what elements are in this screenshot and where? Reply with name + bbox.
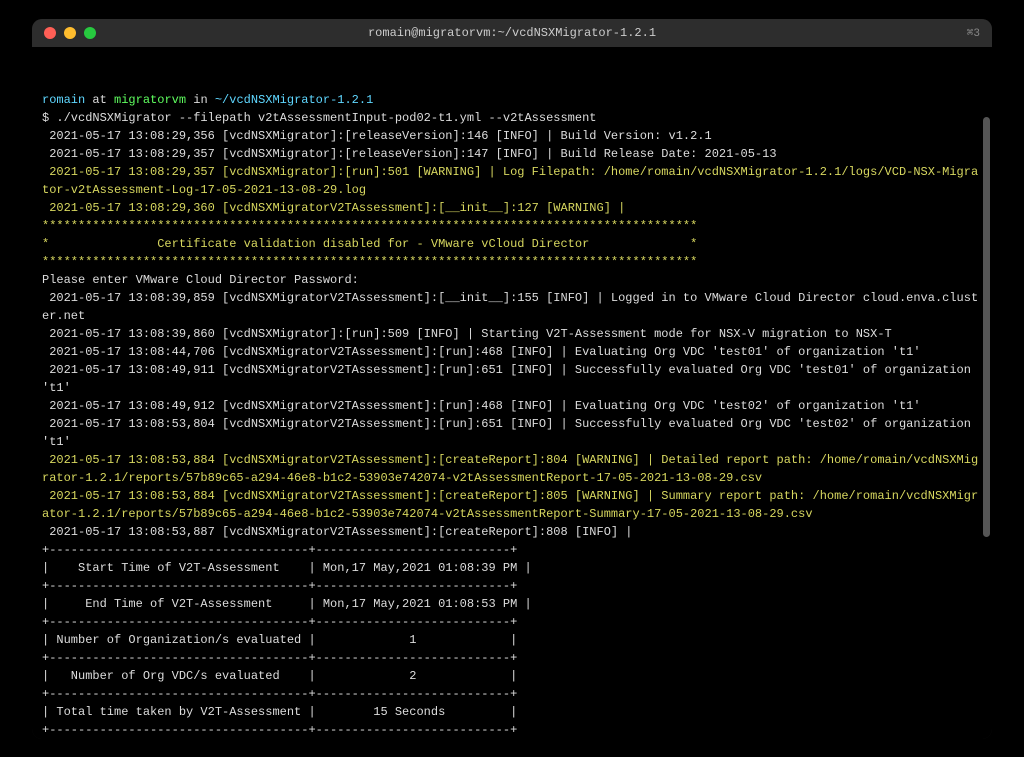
prompt-user: romain <box>42 93 85 107</box>
log-info-line: 2021-05-17 13:08:44,706 [vcdNSXMigratorV… <box>42 345 921 359</box>
titlebar: romain@migratorvm:~/vcdNSXMigrator-1.2.1… <box>32 19 992 47</box>
maximize-icon[interactable] <box>84 27 96 39</box>
log-info-line: 2021-05-17 13:08:49,911 [vcdNSXMigratorV… <box>42 363 978 395</box>
table-separator: +------------------------------------+--… <box>42 579 517 593</box>
separator-line: ****************************************… <box>42 219 697 233</box>
minimize-icon[interactable] <box>64 27 76 39</box>
log-warning-line: 2021-05-17 13:08:53,884 [vcdNSXMigratorV… <box>42 489 978 521</box>
table-separator: +------------------------------------+--… <box>42 687 517 701</box>
prompt-path: ~/vcdNSXMigrator-1.2.1 <box>215 93 373 107</box>
log-info-line: 2021-05-17 13:08:53,804 [vcdNSXMigratorV… <box>42 417 978 449</box>
window-title: romain@migratorvm:~/vcdNSXMigrator-1.2.1 <box>32 26 992 40</box>
table-separator: +------------------------------------+--… <box>42 615 517 629</box>
log-info-line: 2021-05-17 13:08:29,357 [vcdNSXMigrator]… <box>42 147 777 161</box>
table-row: | Number of Org VDC/s evaluated | 2 | <box>42 669 517 683</box>
close-icon[interactable] <box>44 27 56 39</box>
log-info-line: 2021-05-17 13:08:29,356 [vcdNSXMigrator]… <box>42 129 712 143</box>
table-row: | Total time taken by V2T-Assessment | 1… <box>42 705 517 719</box>
table-row: | Number of Organization/s evaluated | 1… <box>42 633 517 647</box>
separator-line: ****************************************… <box>42 255 697 269</box>
traffic-lights <box>44 27 96 39</box>
scrollbar-thumb[interactable] <box>983 117 990 537</box>
terminal-output: romain at migratorvm in ~/vcdNSXMigrator… <box>42 91 982 739</box>
log-warning-line: 2021-05-17 13:08:53,884 [vcdNSXMigratorV… <box>42 453 978 485</box>
terminal-content[interactable]: romain at migratorvm in ~/vcdNSXMigrator… <box>32 47 992 739</box>
table-separator: +------------------------------------+--… <box>42 723 517 737</box>
window-shortcut: ⌘3 <box>967 26 980 40</box>
cert-warning-line: * Certificate validation disabled for - … <box>42 237 697 251</box>
command-line: $ ./vcdNSXMigrator --filepath v2tAssessm… <box>42 111 597 125</box>
log-warning-line: 2021-05-17 13:08:29,360 [vcdNSXMigratorV… <box>42 201 625 215</box>
prompt-host: migratorvm <box>114 93 186 107</box>
prompt-at: at <box>85 93 114 107</box>
log-info-line: 2021-05-17 13:08:49,912 [vcdNSXMigratorV… <box>42 399 921 413</box>
table-row: | Start Time of V2T-Assessment | Mon,17 … <box>42 561 532 575</box>
prompt-in: in <box>186 93 215 107</box>
log-info-line: 2021-05-17 13:08:39,860 [vcdNSXMigrator]… <box>42 327 892 341</box>
password-prompt: Please enter VMware Cloud Director Passw… <box>42 273 359 287</box>
table-separator: +------------------------------------+--… <box>42 543 517 557</box>
table-row: | End Time of V2T-Assessment | Mon,17 Ma… <box>42 597 532 611</box>
log-info-line: 2021-05-17 13:08:53,887 [vcdNSXMigratorV… <box>42 525 633 539</box>
table-separator: +------------------------------------+--… <box>42 651 517 665</box>
terminal-window: romain@migratorvm:~/vcdNSXMigrator-1.2.1… <box>32 19 992 739</box>
log-warning-line: 2021-05-17 13:08:29,357 [vcdNSXMigrator]… <box>42 165 978 197</box>
log-info-line: 2021-05-17 13:08:39,859 [vcdNSXMigratorV… <box>42 291 978 323</box>
